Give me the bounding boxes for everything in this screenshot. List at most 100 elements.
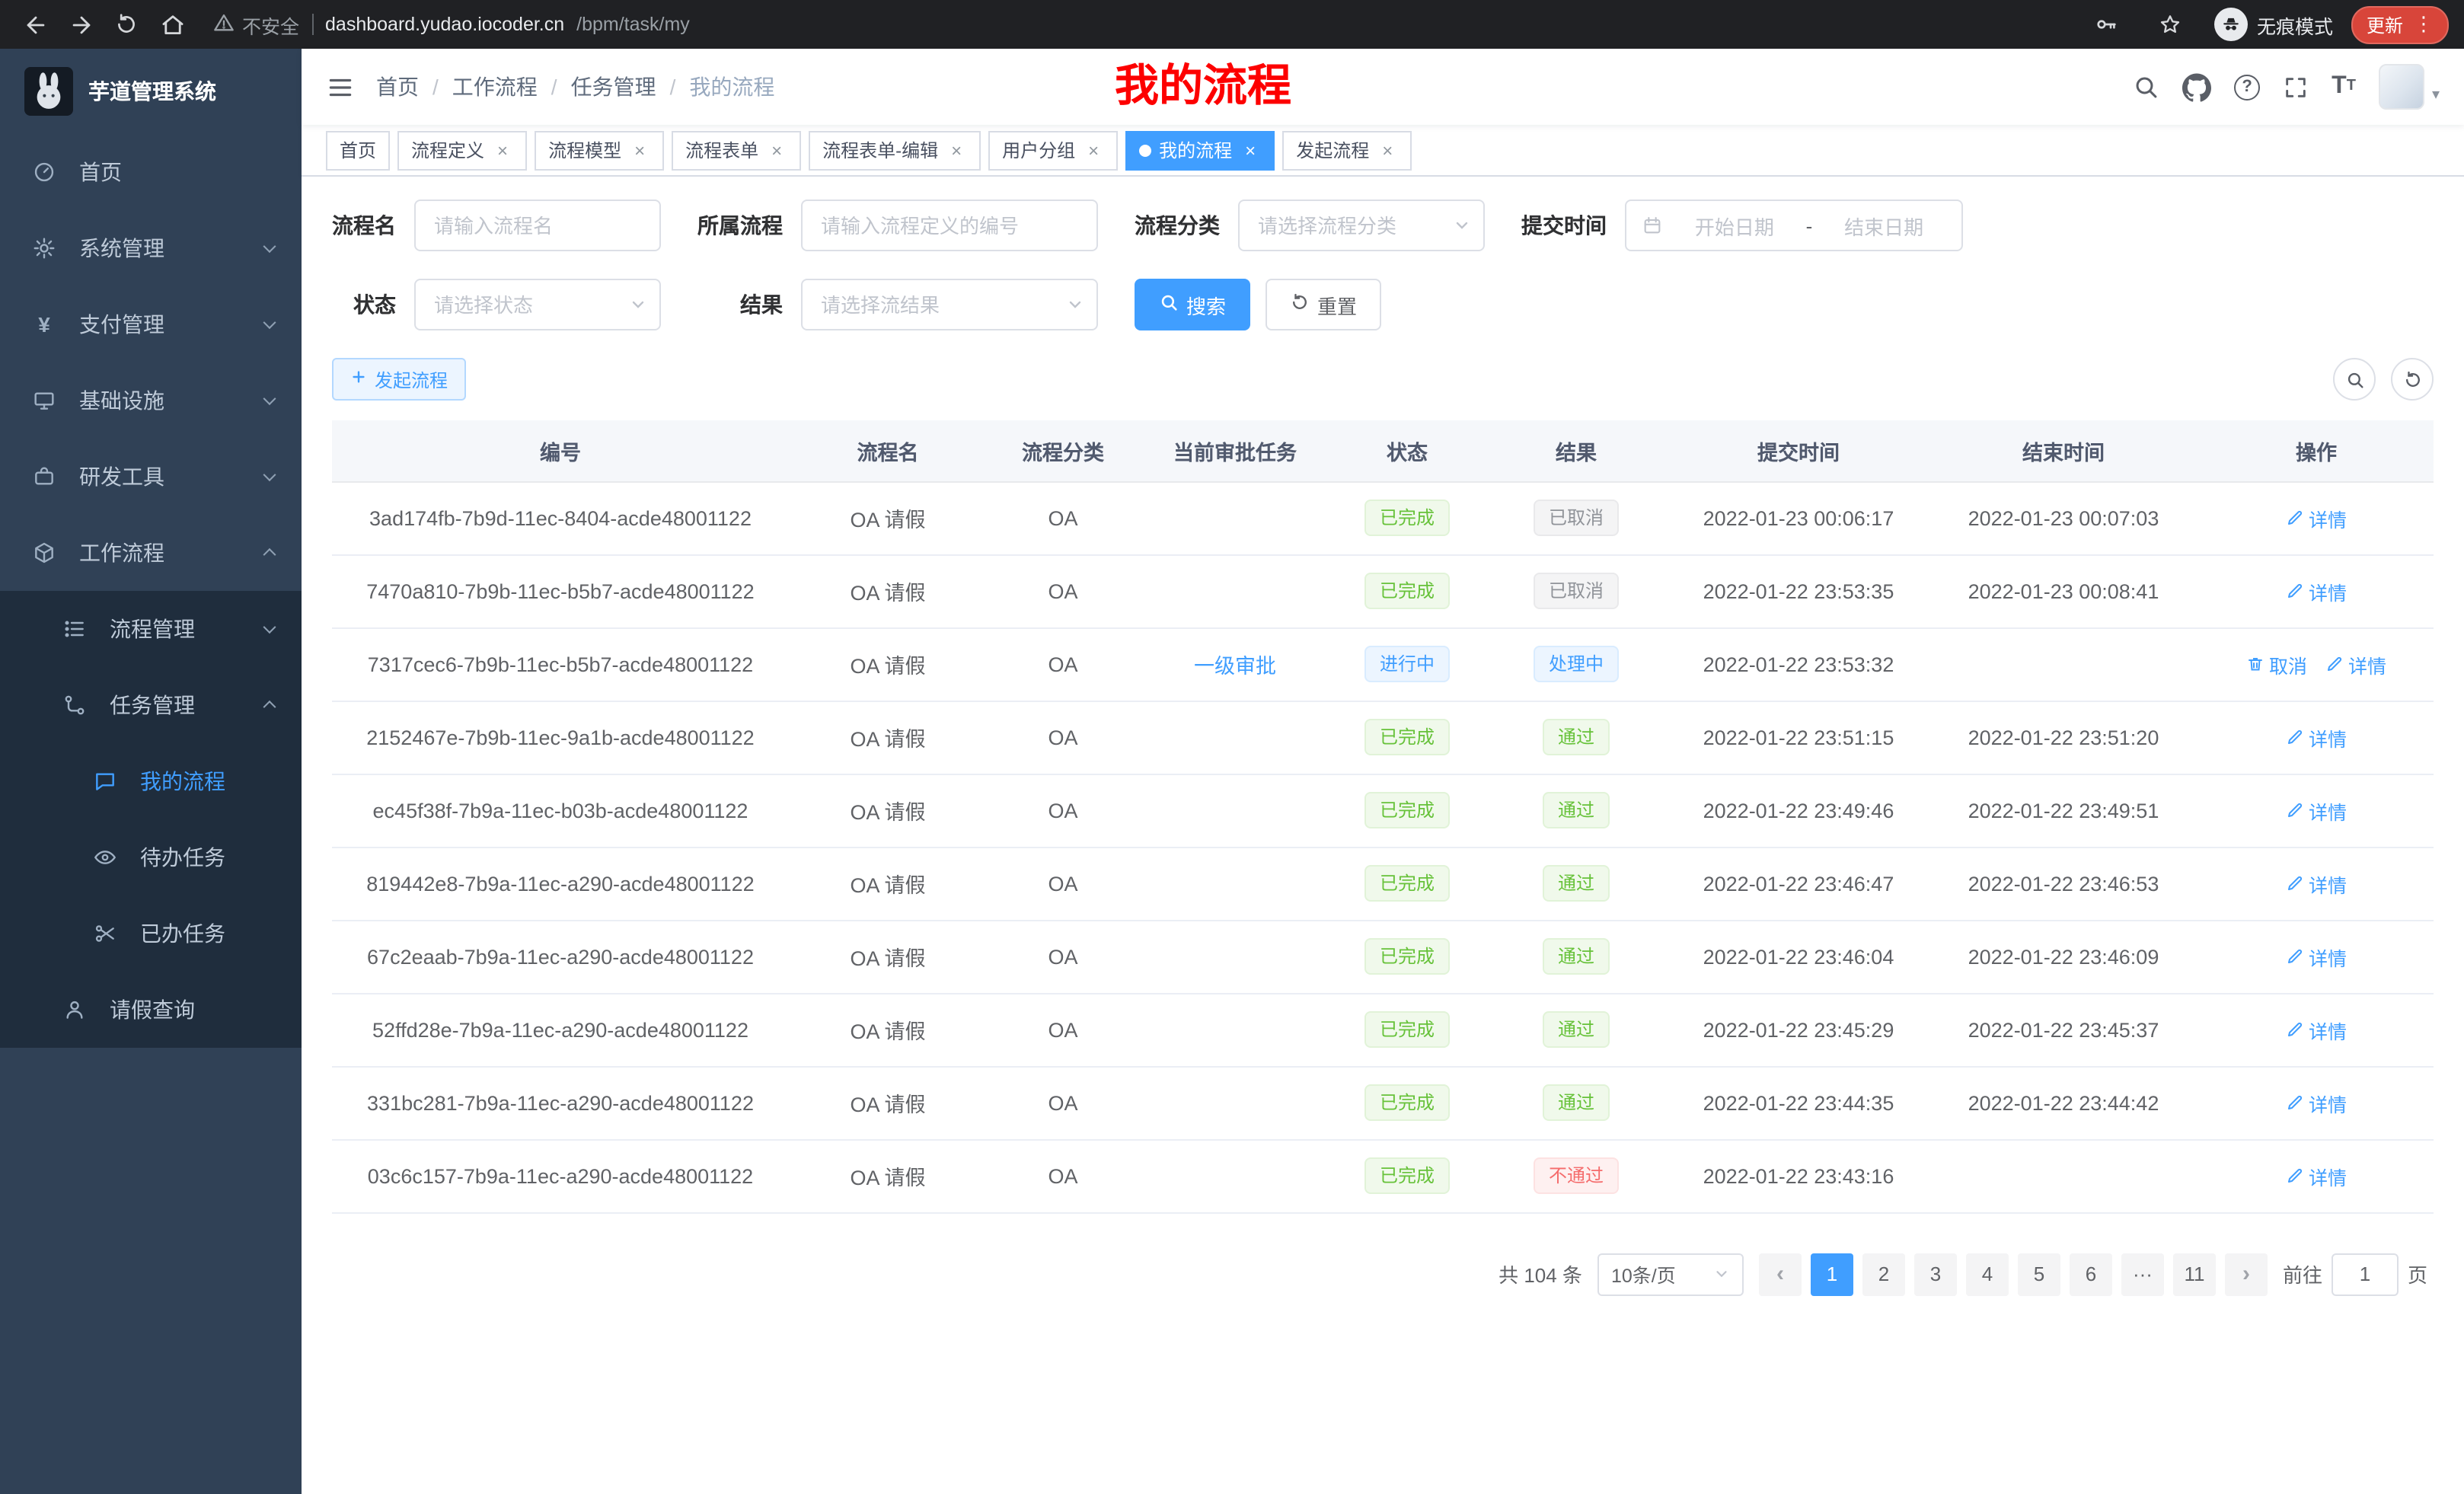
search-icon[interactable] [2132, 73, 2159, 101]
browser-menu-icon[interactable]: ⋮ [2414, 12, 2434, 37]
page-button-11[interactable]: 11 [2173, 1253, 2216, 1295]
cell-result: 通过 [1483, 701, 1669, 774]
close-icon[interactable]: × [946, 139, 967, 161]
browser-forward-icon[interactable] [61, 5, 101, 44]
cell-current-task [1139, 1066, 1331, 1139]
browser-reload-icon[interactable] [107, 5, 146, 44]
close-icon[interactable]: × [629, 139, 650, 161]
password-key-icon[interactable] [2086, 5, 2126, 44]
tab-process-form[interactable]: 流程表单× [672, 130, 801, 170]
search-button[interactable]: 搜索 [1135, 279, 1250, 330]
tab-process-form-edit[interactable]: 流程表单-编辑× [809, 130, 981, 170]
status-badge: 已完成 [1364, 938, 1450, 975]
incognito-badge[interactable]: 无痕模式 [2214, 8, 2333, 41]
prev-page-button[interactable]: ‹ [1759, 1253, 1802, 1295]
font-size-icon[interactable]: TT [2332, 75, 2356, 99]
current-task-link[interactable]: 一级审批 [1194, 655, 1276, 678]
detail-link[interactable]: 详情 [2325, 650, 2386, 678]
close-icon[interactable]: × [492, 139, 513, 161]
detail-link[interactable]: 详情 [2286, 1161, 2347, 1190]
refresh-table-button[interactable] [2391, 358, 2434, 401]
sidebar-item-task-management[interactable]: 任务管理 [0, 667, 302, 743]
hamburger-icon[interactable] [326, 72, 355, 101]
breadcrumb-workflow[interactable]: 工作流程 [452, 72, 538, 102]
tab-process-model[interactable]: 流程模型× [535, 130, 664, 170]
status-select[interactable] [414, 279, 661, 330]
breadcrumb-task-management[interactable]: 任务管理 [571, 72, 656, 102]
detail-link[interactable]: 详情 [2286, 1088, 2347, 1117]
tab-my-process[interactable]: 我的流程× [1125, 130, 1275, 170]
detail-link[interactable]: 详情 [2286, 576, 2347, 605]
page-button-4[interactable]: 4 [1966, 1253, 2009, 1295]
start-process-button[interactable]: 发起流程 [332, 358, 466, 401]
sidebar-item-workflow[interactable]: 工作流程 [0, 515, 302, 591]
page-button-3[interactable]: 3 [1914, 1253, 1957, 1295]
cell-submit-time: 2022-01-22 23:46:04 [1669, 920, 1928, 993]
reset-button[interactable]: 重置 [1266, 279, 1381, 330]
category-select[interactable] [1238, 200, 1485, 251]
github-icon[interactable] [2182, 72, 2211, 101]
help-icon[interactable]: ? [2234, 74, 2260, 100]
eye-icon [91, 845, 119, 870]
close-icon[interactable]: × [1240, 139, 1261, 161]
detail-link[interactable]: 详情 [2286, 796, 2347, 825]
tab-user-group[interactable]: 用户分组× [988, 130, 1118, 170]
date-range-picker[interactable]: 开始日期 - 结束日期 [1625, 200, 1963, 251]
close-icon[interactable]: × [766, 139, 787, 161]
page-button-6[interactable]: 6 [2070, 1253, 2112, 1295]
result-select[interactable] [801, 279, 1098, 330]
person-icon [61, 998, 88, 1022]
sidebar-item-todo-tasks[interactable]: 待办任务 [0, 819, 302, 895]
tab-home[interactable]: 首页 [326, 130, 390, 170]
user-menu[interactable]: ▾ [2379, 64, 2440, 110]
detail-link[interactable]: 详情 [2286, 869, 2347, 898]
next-page-button[interactable]: › [2225, 1253, 2268, 1295]
browser-back-icon[interactable] [15, 5, 55, 44]
process-name-input[interactable] [414, 200, 661, 251]
sidebar-item-infrastructure[interactable]: 基础设施 [0, 362, 302, 439]
owner-process-input[interactable] [801, 200, 1098, 251]
detail-link[interactable]: 详情 [2286, 503, 2347, 532]
avatar[interactable] [2379, 64, 2424, 110]
cancel-link[interactable]: 取消 [2246, 650, 2307, 678]
breadcrumb-home[interactable]: 首页 [376, 72, 419, 102]
page-button-5[interactable]: 5 [2018, 1253, 2060, 1295]
browser-update-button[interactable]: 更新 ⋮ [2351, 5, 2449, 43]
browser-home-icon[interactable] [152, 5, 192, 44]
tab-process-definition[interactable]: 流程定义× [397, 130, 527, 170]
sidebar-item-devtools[interactable]: 研发工具 [0, 439, 302, 515]
cell-id: 7470a810-7b9b-11ec-b5b7-acde48001122 [332, 554, 789, 627]
sidebar-item-my-process[interactable]: 我的流程 [0, 743, 302, 819]
end-date-placeholder: 结束日期 [1821, 211, 1946, 240]
page-button-1[interactable]: 1 [1811, 1253, 1853, 1295]
sidebar-logo[interactable]: 芋道管理系统 [0, 49, 302, 134]
cell-submit-time: 2022-01-22 23:53:35 [1669, 554, 1928, 627]
sidebar-item-leave-query[interactable]: 请假查询 [0, 972, 302, 1048]
fullscreen-icon[interactable] [2283, 74, 2309, 100]
toggle-search-button[interactable] [2333, 358, 2376, 401]
result-badge: 通过 [1543, 865, 1610, 902]
breadcrumb-current: 我的流程 [689, 72, 774, 102]
sidebar-item-home[interactable]: 首页 [0, 134, 302, 210]
close-icon[interactable]: × [1377, 139, 1398, 161]
detail-link[interactable]: 详情 [2286, 1015, 2347, 1044]
sidebar-item-done-tasks[interactable]: 已办任务 [0, 895, 302, 972]
refresh-icon [1290, 292, 1310, 317]
close-icon[interactable]: × [1083, 139, 1104, 161]
sidebar-item-payment[interactable]: ¥ 支付管理 [0, 286, 302, 362]
address-bar[interactable]: 不安全 dashboard.yudao.iocoder.cn/bpm/task/… [213, 10, 2086, 39]
tab-start-process[interactable]: 发起流程× [1282, 130, 1412, 170]
page-button-2[interactable]: 2 [1862, 1253, 1905, 1295]
sidebar-item-process-management[interactable]: 流程管理 [0, 591, 302, 667]
plus-icon [350, 369, 367, 390]
bookmark-star-icon[interactable] [2150, 5, 2190, 44]
detail-link[interactable]: 详情 [2286, 723, 2347, 752]
owner-process-label: 所属流程 [697, 210, 783, 241]
goto-page-input[interactable] [2332, 1253, 2399, 1295]
toolbox-icon [30, 464, 58, 489]
pager-ellipsis[interactable]: ··· [2121, 1253, 2164, 1295]
detail-link[interactable]: 详情 [2286, 942, 2347, 971]
page-size-select[interactable]: 10条/页 [1597, 1253, 1744, 1295]
incognito-label: 无痕模式 [2257, 10, 2333, 39]
sidebar-item-system[interactable]: 系统管理 [0, 210, 302, 286]
